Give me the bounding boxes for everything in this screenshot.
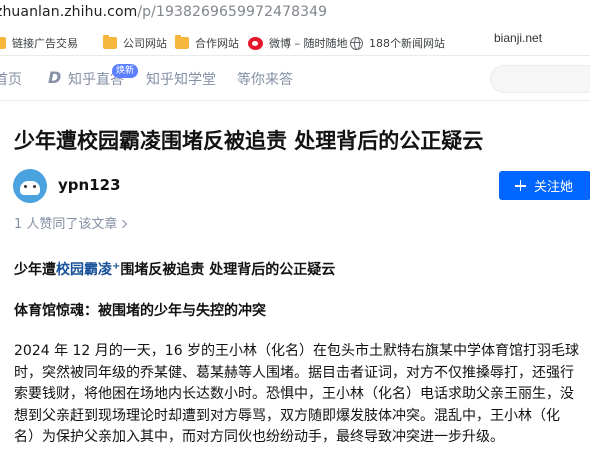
- follow-button[interactable]: 关注她: [499, 171, 590, 200]
- article-paragraph: 2024 年 12 月的一天，16 岁的王小林（化名）在包头市土默特右旗某中学体…: [14, 341, 590, 449]
- chevron-right-icon: [119, 219, 128, 229]
- nav-item-label: 等你来答: [237, 72, 293, 88]
- subtitle-suffix: 围堵反被追责 处理背后的公正疑云: [120, 262, 336, 278]
- site-nav: 首页 知乎直答 焕新 知乎知学堂 等你来答: [0, 57, 590, 101]
- nav-item-waiting[interactable]: 等你来答: [237, 69, 293, 89]
- nav-item-home[interactable]: 首页: [0, 69, 22, 89]
- nav-item-xuetang[interactable]: 知乎知学堂: [146, 69, 216, 89]
- bookmarks-divider: [0, 55, 590, 56]
- avatar[interactable]: [13, 169, 47, 203]
- address-url[interactable]: zhuanlan.zhihu.com/p/1938269659972478349: [0, 4, 327, 20]
- likes-text: 1 人赞同了该文章: [14, 217, 118, 232]
- bookmark-item[interactable]: 微博 – 随时随地: [248, 35, 348, 51]
- subtitle-link[interactable]: 校园霸凌: [56, 262, 112, 278]
- address-path: /p/1938269659972478349: [137, 4, 328, 20]
- bookmark-label: 公司网站: [123, 37, 167, 50]
- watermark: bianji.net: [494, 31, 543, 45]
- bookmark-item[interactable]: 链接广告交易: [0, 35, 78, 51]
- weibo-icon: [248, 36, 263, 50]
- zhida-icon: [48, 68, 64, 87]
- bookmark-item[interactable]: 合作网站: [175, 35, 239, 51]
- follow-label: 关注她: [534, 180, 574, 195]
- article-title: 少年遭校园霸凌围堵反被追责 处理背后的公正疑云: [14, 129, 484, 153]
- paragraph-line: 名）为保护父亲加入其中，而对方同伙也纷纷动手，最终导致冲突进一步升级。: [14, 429, 504, 446]
- folder-icon: [0, 37, 6, 49]
- bookmark-label: 链接广告交易: [12, 37, 78, 50]
- likes-count[interactable]: 1 人赞同了该文章: [14, 213, 128, 232]
- bookmark-label: 合作网站: [195, 37, 239, 50]
- subtitle-prefix: 少年遭: [14, 262, 56, 278]
- globe-icon: [350, 36, 363, 50]
- paragraph-line: 时，突然被同年级的乔某健、葛某赫等人围堵。据目击者证词，对方不仅推搡辱打，还强行: [14, 364, 574, 381]
- paragraph-line: 索要钱财，将他困在场地内长达数小时。恐惧中，王小林（化名）电话求助父亲王丽生，没: [14, 386, 574, 403]
- paragraph-line: 2024 年 12 月的一天，16 岁的王小林（化名）在包头市土默特右旗某中学体…: [14, 343, 580, 359]
- bookmark-label: 188个新闻网站: [369, 37, 445, 50]
- folder-icon: [103, 35, 117, 49]
- nav-new-badge: 焕新: [112, 64, 139, 78]
- bookmark-label: 微博 – 随时随地: [269, 37, 348, 50]
- article-subtitle: 少年遭校园霸凌+围堵反被追责 处理背后的公正疑云: [14, 259, 335, 279]
- plus-icon: [515, 180, 526, 191]
- section-heading: 体育馆惊魂：被围堵的少年与失控的冲突: [14, 303, 266, 319]
- address-host: zhuanlan.zhihu.com: [0, 4, 138, 20]
- folder-icon: [175, 35, 189, 49]
- address-bar[interactable]: zhuanlan.zhihu.com/p/1938269659972478349: [0, 0, 590, 28]
- nav-item-label: 知乎知学堂: [146, 72, 216, 88]
- author-name[interactable]: ypn123: [58, 176, 121, 194]
- bookmark-item[interactable]: 公司网站: [103, 35, 167, 51]
- search-input[interactable]: [490, 65, 590, 93]
- bookmark-item[interactable]: 188个新闻网站: [350, 35, 445, 51]
- nav-item-label: 首页: [0, 72, 22, 88]
- paragraph-line: 想到父亲赶到现场理论时却遭到对方辱骂，双方随即爆发肢体冲突。混乱中，王小林（化: [14, 407, 560, 424]
